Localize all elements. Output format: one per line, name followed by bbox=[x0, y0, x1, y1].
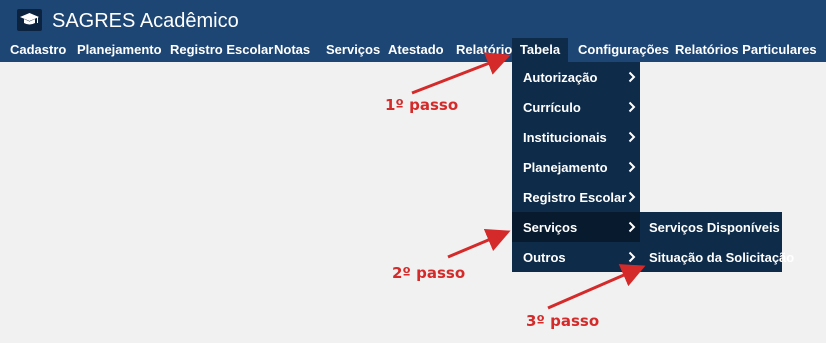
step3-label: 3º passo bbox=[526, 312, 600, 330]
step2-arrow bbox=[447, 228, 511, 259]
step3-arrow bbox=[547, 264, 646, 310]
annotation-arrows bbox=[411, 52, 646, 310]
step1-label: 1º passo bbox=[385, 96, 459, 114]
step1-arrow bbox=[411, 52, 511, 95]
step2-label: 2º passo bbox=[392, 264, 466, 282]
